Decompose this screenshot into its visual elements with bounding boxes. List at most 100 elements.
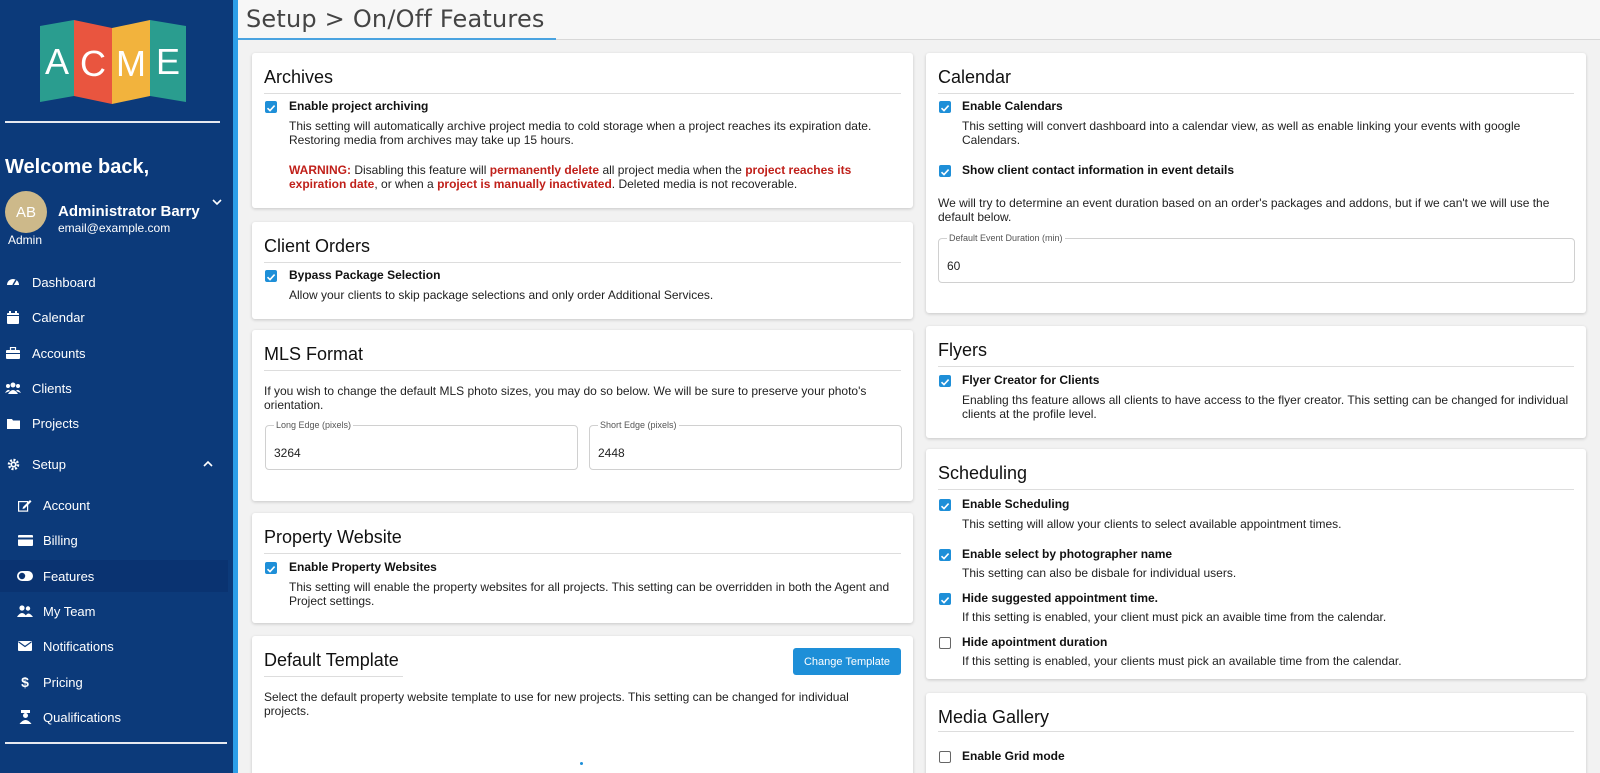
client-orders-card: Client Orders Bypass Package Selection A… — [252, 222, 913, 319]
change-template-button[interactable]: Change Template — [793, 648, 901, 675]
chevron-up-icon[interactable] — [202, 458, 214, 470]
photographer-name-checkbox[interactable] — [939, 549, 951, 561]
sidebar-item-clients[interactable]: Clients — [0, 372, 228, 404]
short-edge-field[interactable]: Short Edge (pixels) 2448 — [589, 420, 902, 470]
short-edge-value[interactable]: 2448 — [598, 446, 878, 460]
credit-card-icon — [17, 532, 33, 548]
card-divider — [938, 93, 1574, 94]
grid-mode-checkbox[interactable] — [939, 751, 951, 763]
checkmark-icon — [940, 503, 950, 510]
archiving-desc: Restoring media from archives may take u… — [289, 133, 574, 147]
sidebar-item-label: Features — [43, 568, 95, 584]
hide-suggested-time-checkbox[interactable] — [939, 593, 951, 605]
qualification-icon — [17, 709, 33, 725]
calendar-card: Calendar Enable Calendars This setting w… — [926, 53, 1586, 313]
flyer-creator-checkbox[interactable] — [939, 375, 951, 387]
card-divider — [264, 93, 901, 94]
briefcase-icon — [5, 345, 21, 361]
default-template-card: Default Template Change Template Select … — [252, 636, 913, 773]
event-duration-value[interactable]: 60 — [947, 259, 1519, 273]
sidebar-item-billing[interactable]: Billing — [0, 524, 228, 556]
grid-mode-label: Enable Grid mode — [962, 749, 1065, 763]
sidebar-item-calendar[interactable]: Calendar — [0, 301, 228, 333]
long-edge-value[interactable]: 3264 — [274, 446, 554, 460]
sidebar-item-account[interactable]: Account — [0, 489, 228, 521]
checkmark-icon — [940, 169, 950, 176]
flyer-creator-label: Flyer Creator for Clients — [962, 373, 1100, 387]
enable-calendars-label: Enable Calendars — [962, 99, 1063, 113]
client-contact-checkbox[interactable] — [939, 165, 951, 177]
card-divider — [264, 676, 403, 677]
logo-letter-m: M — [116, 43, 146, 84]
card-title: Scheduling — [938, 463, 1028, 483]
sidebar-item-label: Dashboard — [32, 274, 96, 290]
sidebar-item-setup[interactable]: Setup — [0, 448, 228, 480]
sidebar-item-features[interactable]: Features — [0, 560, 228, 592]
scheduling-desc: If this setting is enabled, your client … — [962, 610, 1387, 624]
property-websites-desc: This setting will enable the property we… — [289, 580, 890, 594]
sidebar-item-dashboard[interactable]: Dashboard — [0, 266, 228, 298]
calendars-desc: This setting will convert dashboard into… — [962, 119, 1521, 133]
sidebar-item-projects[interactable]: Projects — [0, 407, 228, 439]
hide-suggested-time-label: Hide suggested appointment time. — [962, 591, 1159, 605]
team-icon — [17, 603, 33, 619]
sidebar-divider — [5, 742, 227, 744]
archiving-checkbox[interactable] — [265, 101, 277, 113]
sidebar-scrollbar[interactable] — [233, 0, 238, 773]
event-duration-field[interactable]: Default Event Duration (min) 60 — [938, 233, 1575, 283]
property-websites-checkbox[interactable] — [265, 562, 277, 574]
envelope-icon — [17, 638, 33, 654]
dollar-icon: $ — [21, 674, 29, 690]
checkmark-icon — [266, 274, 276, 281]
sidebar-item-my-team[interactable]: My Team — [0, 595, 228, 627]
property-websites-label: Enable Property Websites — [289, 560, 437, 574]
enable-scheduling-checkbox[interactable] — [939, 499, 951, 511]
sidebar-item-qualifications[interactable]: Qualifications — [0, 701, 228, 733]
logo-letter-a: A — [45, 41, 69, 82]
flyers-card: Flyers Flyer Creator for Clients Enablin… — [926, 326, 1586, 438]
acme-logo: A C M E — [40, 20, 186, 104]
card-title: Flyers — [938, 340, 987, 360]
enable-calendars-checkbox[interactable] — [939, 101, 951, 113]
user-name[interactable]: Administrator Barry — [58, 203, 200, 220]
card-divider — [938, 489, 1574, 490]
calendar-icon — [5, 309, 21, 325]
edit-icon — [17, 497, 33, 513]
archives-card: Archives Enable project archiving This s… — [252, 53, 913, 208]
long-edge-field[interactable]: Long Edge (pixels) 3264 — [265, 420, 578, 470]
user-role: Admin — [8, 233, 43, 247]
welcome-text: Welcome back, — [5, 156, 150, 178]
client-contact-label: Show client contact information in event… — [962, 163, 1235, 177]
gear-icon — [5, 456, 21, 472]
flyer-creator-desc: clients at the profile level. — [962, 407, 1097, 421]
sidebar-item-label: Accounts — [32, 345, 86, 361]
calendars-desc: Calendars. — [962, 133, 1021, 147]
flyer-creator-desc: Enabling ths feature allows all clients … — [962, 393, 1569, 407]
card-divider — [264, 370, 901, 371]
property-website-card: Property Website Enable Property Website… — [252, 513, 913, 623]
duration-note: We will try to determine an event durati… — [938, 196, 1550, 210]
card-title: Archives — [264, 67, 334, 87]
property-websites-desc: Project settings. — [289, 594, 375, 608]
dashboard-icon — [5, 274, 21, 290]
users-icon — [5, 380, 21, 396]
scheduling-card: Scheduling Enable Scheduling This settin… — [926, 449, 1586, 679]
bypass-package-checkbox[interactable] — [265, 270, 277, 282]
avatar[interactable]: AB — [5, 191, 47, 233]
archiving-label: Enable project archiving — [289, 99, 429, 113]
card-title: Property Website — [264, 527, 402, 547]
sidebar: A C M E Welcome back, AB Admin Administr… — [0, 0, 233, 773]
chevron-down-icon[interactable] — [211, 196, 223, 208]
sidebar-item-accounts[interactable]: Accounts — [0, 337, 228, 369]
card-divider — [264, 553, 901, 554]
template-desc: projects. — [264, 704, 310, 718]
sidebar-item-notifications[interactable]: Notifications — [0, 630, 228, 662]
duration-note: default below. — [938, 210, 1012, 224]
sidebar-item-label: Billing — [43, 532, 78, 548]
field-label: Short Edge (pixels) — [598, 420, 679, 430]
checkmark-icon — [266, 105, 276, 112]
hide-duration-checkbox[interactable] — [939, 637, 951, 649]
checkmark-icon — [940, 553, 950, 560]
sidebar-item-pricing[interactable]: $ Pricing — [0, 666, 228, 698]
page-title: Setup > On/Off Features — [246, 5, 545, 33]
